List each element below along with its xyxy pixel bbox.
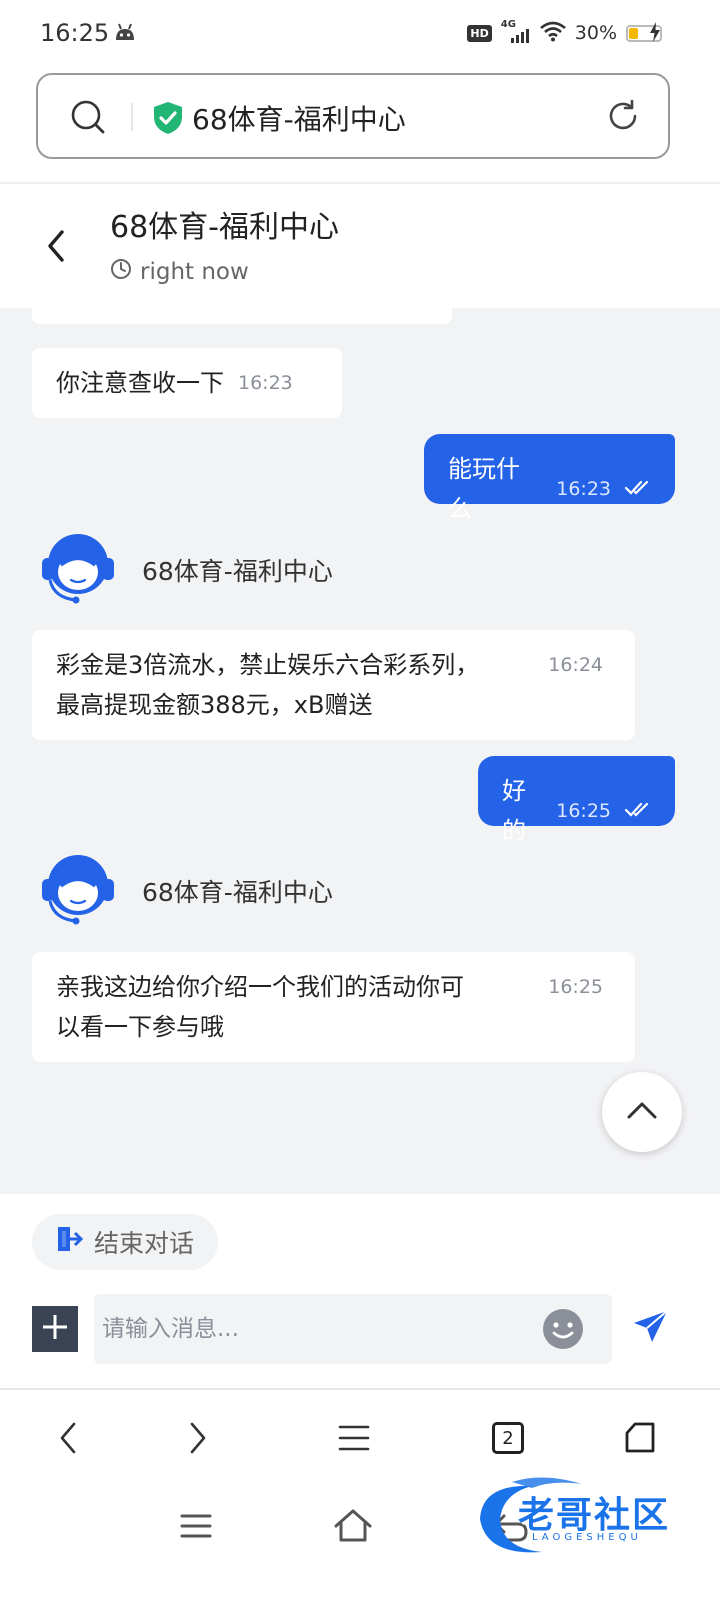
battery-percent: 30%: [574, 22, 617, 44]
message-text-line: 最高提现金额388元，xB赠送: [56, 691, 373, 719]
tab-count: 2: [492, 1422, 524, 1454]
read-double-check-icon: [624, 469, 653, 509]
outgoing-message[interactable]: 好的 16:25: [478, 756, 675, 845]
end-chat-button[interactable]: 结束对话: [32, 1214, 219, 1270]
status-time: 16:25: [40, 19, 110, 47]
end-chat-label: 结束对话: [94, 1229, 195, 1258]
partial-message-bubble: [32, 308, 452, 324]
watermark-logo: 老哥社区 LAOGESHEQU: [472, 1474, 702, 1564]
search-icon[interactable]: [70, 99, 106, 139]
browser-menu-icon[interactable]: [334, 1418, 374, 1458]
browser-home-icon[interactable]: [620, 1418, 660, 1458]
agent-avatar-headset-icon: [40, 849, 116, 933]
last-seen-text: right now: [140, 259, 249, 285]
tabs-button[interactable]: 2: [488, 1418, 528, 1458]
agent-name: 68体育-福利中心: [142, 878, 333, 907]
agent-header: 68体育-福利中心: [40, 528, 333, 612]
agent-header: 68体育-福利中心: [40, 849, 333, 933]
android-icon: [114, 22, 136, 42]
back-button[interactable]: [40, 228, 72, 264]
chat-title: 68体育-福利中心: [110, 210, 339, 245]
home-icon[interactable]: [332, 1506, 372, 1546]
chat-header: 68体育-福利中心 right now: [0, 184, 720, 308]
message-text: 亲我这边给你介绍一个我们的活动你可 以看一下参与哦: [56, 967, 611, 1047]
battery-level: [629, 27, 638, 39]
scroll-to-top-button[interactable]: [602, 1072, 682, 1152]
reload-icon[interactable]: [606, 99, 640, 137]
exit-icon: [56, 1225, 84, 1259]
message-time: 16:25: [548, 976, 603, 998]
read-double-check-icon: [624, 791, 653, 831]
message-text: 能玩什么: [448, 455, 520, 523]
message-text: 你注意查收一下: [56, 369, 224, 397]
message-input-box[interactable]: [94, 1294, 612, 1364]
plus-icon: [41, 1313, 69, 1345]
security-shield-icon: [152, 101, 184, 139]
cellular-signal-icon: 4G: [501, 19, 531, 45]
message-time: 16:23: [556, 478, 611, 500]
message-text-line: 以看一下参与哦: [56, 1013, 224, 1041]
status-bar: 16:25 HD 4G 30%: [0, 0, 720, 66]
browser-back-icon[interactable]: [48, 1418, 88, 1458]
message-input[interactable]: [94, 1294, 534, 1364]
browser-nav-bar: 2: [0, 1390, 720, 1486]
incoming-message[interactable]: 你注意查收一下 16:23: [32, 348, 342, 418]
message-list[interactable]: 你注意查收一下 16:23 能玩什么 16:23 68体育-福利中心 彩金是3倍…: [0, 308, 720, 1194]
incoming-message[interactable]: 亲我这边给你介绍一个我们的活动你可 以看一下参与哦 16:25: [32, 952, 635, 1062]
message-time: 16:23: [238, 372, 293, 394]
wifi-icon: [539, 20, 566, 46]
browser-url-bar[interactable]: 68体育-福利中心: [36, 73, 670, 159]
chat-subtitle: right now: [110, 258, 249, 286]
watermark-text: 老哥社区: [518, 1495, 671, 1536]
chevron-up-icon: [626, 1100, 658, 1124]
charging-icon: [650, 22, 660, 46]
watermark-subtext: LAOGESHEQU: [532, 1532, 642, 1543]
agent-avatar-headset-icon: [40, 528, 116, 612]
recent-apps-icon[interactable]: [176, 1506, 216, 1546]
outgoing-message[interactable]: 能玩什么 16:23: [424, 434, 675, 523]
message-text-line: 亲我这边给你介绍一个我们的活动你可: [56, 973, 464, 1001]
message-text-line: 彩金是3倍流水，禁止娱乐六合彩系列，: [56, 651, 480, 679]
incoming-message[interactable]: 彩金是3倍流水，禁止娱乐六合彩系列， 最高提现金额388元，xB赠送 16:24: [32, 630, 635, 740]
message-composer: 结束对话: [0, 1194, 720, 1390]
clock-icon: [110, 258, 132, 286]
message-text: 彩金是3倍流水，禁止娱乐六合彩系列， 最高提现金额388元，xB赠送: [56, 645, 611, 725]
send-icon[interactable]: [632, 1308, 670, 1350]
agent-name: 68体育-福利中心: [142, 557, 333, 586]
attach-plus-button[interactable]: [32, 1306, 78, 1352]
hd-badge: HD: [467, 24, 492, 42]
message-time: 16:24: [548, 654, 603, 676]
message-time: 16:25: [556, 800, 611, 822]
status-indicators: HD 4G 30%: [467, 18, 662, 48]
emoji-icon[interactable]: [542, 1308, 584, 1354]
url-divider: [131, 103, 133, 131]
message-text: 好的: [502, 777, 526, 845]
browser-forward-icon[interactable]: [178, 1418, 218, 1458]
url-text[interactable]: 68体育-福利中心: [192, 98, 406, 138]
